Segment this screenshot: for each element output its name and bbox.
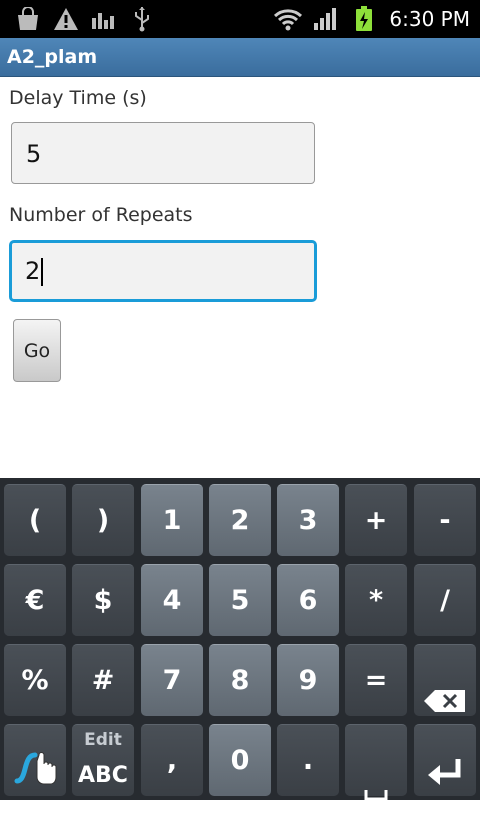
key-asterisk[interactable]: * bbox=[345, 564, 407, 636]
repeats-value: 2 bbox=[25, 257, 41, 285]
edit-abc-key[interactable]: Edit ABC bbox=[72, 724, 134, 796]
enter-key[interactable] bbox=[414, 724, 476, 796]
space-icon bbox=[364, 757, 388, 801]
enter-icon bbox=[426, 745, 464, 785]
key-slash[interactable]: / bbox=[414, 564, 476, 636]
swype-logo-icon bbox=[13, 743, 59, 785]
swype-key[interactable] bbox=[4, 724, 66, 796]
key-5[interactable]: 5 bbox=[209, 564, 271, 636]
delay-time-input[interactable]: 5 bbox=[11, 122, 315, 184]
key-equals[interactable]: = bbox=[345, 644, 407, 716]
key-plus[interactable]: + bbox=[345, 484, 407, 556]
app-title-bar: A2_plam bbox=[0, 38, 480, 77]
key-9[interactable]: 9 bbox=[277, 644, 339, 716]
key-hash[interactable]: # bbox=[72, 644, 134, 716]
signal-icon bbox=[312, 6, 340, 32]
key-4[interactable]: 4 bbox=[141, 564, 203, 636]
backspace-key[interactable] bbox=[414, 644, 476, 716]
numeric-keyboard: ( ) 1 2 3 + - € $ 4 5 6 * / % # 7 8 9 = … bbox=[0, 478, 480, 801]
key-1[interactable]: 1 bbox=[141, 484, 203, 556]
delay-time-value: 5 bbox=[26, 140, 42, 168]
key-8[interactable]: 8 bbox=[209, 644, 271, 716]
key-6[interactable]: 6 bbox=[277, 564, 339, 636]
key-close-paren[interactable]: ) bbox=[72, 484, 134, 556]
delay-time-label: Delay Time (s) bbox=[9, 87, 147, 109]
key-7[interactable]: 7 bbox=[141, 644, 203, 716]
repeats-input[interactable]: 2 bbox=[9, 240, 317, 302]
warning-icon bbox=[52, 6, 80, 32]
key-dollar[interactable]: $ bbox=[72, 564, 134, 636]
key-comma[interactable]: , bbox=[141, 724, 203, 796]
key-minus[interactable]: - bbox=[414, 484, 476, 556]
key-3[interactable]: 3 bbox=[277, 484, 339, 556]
key-2[interactable]: 2 bbox=[209, 484, 271, 556]
key-period[interactable]: . bbox=[277, 724, 339, 796]
go-button[interactable]: Go bbox=[13, 319, 61, 382]
text-caret bbox=[41, 258, 44, 286]
app-title: A2_plam bbox=[7, 46, 98, 68]
key-euro[interactable]: € bbox=[4, 564, 66, 636]
battery-charging-icon bbox=[354, 6, 374, 32]
abc-label: ABC bbox=[78, 763, 128, 788]
wifi-icon bbox=[272, 6, 304, 32]
repeats-label: Number of Repeats bbox=[9, 204, 193, 226]
backspace-icon bbox=[423, 669, 467, 712]
shopping-bag-icon bbox=[14, 6, 42, 32]
status-bar: 6:30 PM bbox=[0, 0, 480, 38]
key-percent[interactable]: % bbox=[4, 644, 66, 716]
space-key[interactable] bbox=[345, 724, 407, 801]
status-time: 6:30 PM bbox=[389, 7, 470, 31]
key-0[interactable]: 0 bbox=[209, 724, 271, 796]
usb-icon bbox=[130, 6, 154, 32]
edit-label: Edit bbox=[84, 730, 122, 750]
bar-stats-icon bbox=[90, 6, 116, 32]
key-open-paren[interactable]: ( bbox=[4, 484, 66, 556]
